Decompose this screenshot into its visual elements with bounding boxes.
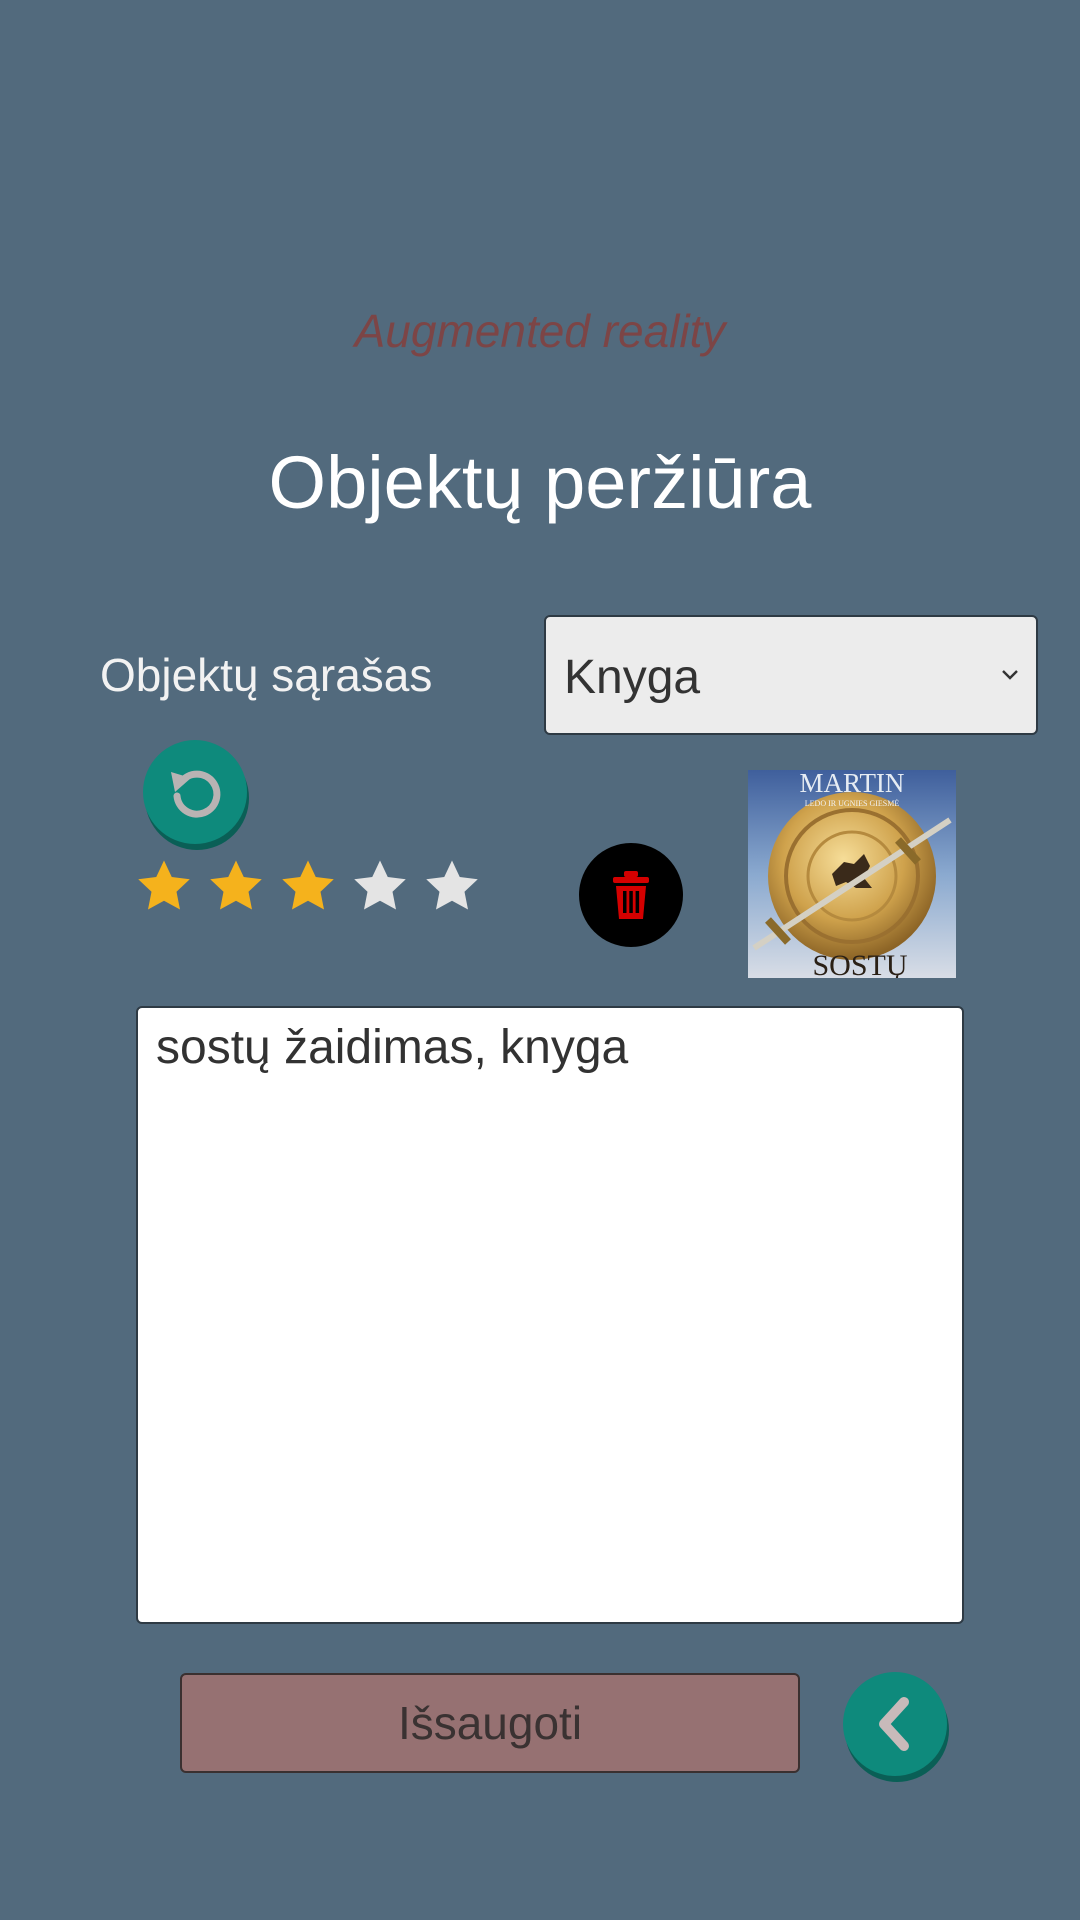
book-cover-image: MARTIN LEDO IR UGNIES GIESMĖ SOSTŲ (748, 770, 956, 978)
object-list-label: Objektų sąrašas (100, 649, 433, 701)
dropdown-selected-value: Knyga (564, 651, 701, 704)
cover-series-text: LEDO IR UGNIES GIESMĖ (805, 799, 900, 808)
save-button[interactable]: Išsaugoti (180, 1673, 800, 1773)
cover-title-text: MARTIN (800, 770, 905, 798)
cover-bottom-text: SOSTŲ (812, 949, 907, 978)
object-list-dropdown[interactable]: Knyga (544, 615, 1038, 735)
refresh-icon (171, 770, 221, 818)
star-icon[interactable] (206, 856, 266, 916)
app-subtitle: Augmented reality (354, 305, 726, 357)
description-textarea[interactable]: sostų žaidimas, knyga (136, 1006, 964, 1624)
delete-button[interactable] (579, 843, 683, 947)
refresh-button[interactable] (143, 740, 247, 844)
chevron-down-icon (1002, 670, 1018, 680)
rating-stars (134, 856, 482, 916)
star-icon[interactable] (134, 856, 194, 916)
back-button[interactable] (843, 1672, 947, 1776)
chevron-left-icon (879, 1697, 909, 1751)
trash-icon (613, 871, 649, 919)
star-icon[interactable] (422, 856, 482, 916)
star-icon[interactable] (350, 856, 410, 916)
star-icon[interactable] (278, 856, 338, 916)
page-title: Objektų peržiūra (268, 441, 812, 524)
